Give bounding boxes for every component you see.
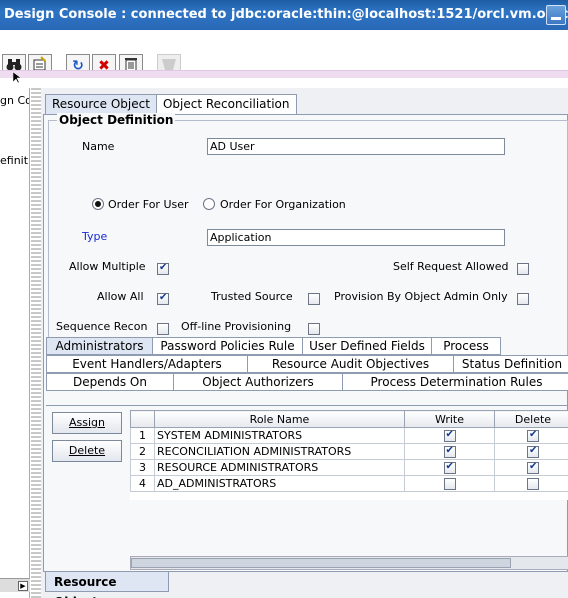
assign-button[interactable]: Assign (52, 412, 122, 434)
order-for-organization-label: Order For Organization (220, 198, 346, 211)
self-request-allowed-checkbox[interactable] (517, 263, 529, 275)
type-input[interactable]: Application (207, 229, 505, 246)
table-row[interactable]: 1 SYSTEM ADMINISTRATORS (130, 427, 568, 444)
sequence-recon-checkbox[interactable] (157, 323, 169, 335)
delete-admin-button[interactable]: Delete (52, 440, 122, 462)
tab-event-handlers[interactable]: Event Handlers/Adapters (46, 355, 248, 373)
provision-by-admin-checkbox[interactable] (517, 293, 529, 305)
window-title: Design Console : connected to jdbc:oracl… (4, 7, 568, 22)
tab-process[interactable]: Process (431, 337, 501, 355)
object-definition-group: Object Definition Name AD User Order For… (48, 113, 568, 360)
table-row[interactable]: 4 AD_ADMINISTRATORS (130, 475, 568, 492)
delete-checkbox[interactable] (527, 461, 539, 474)
write-cell (404, 427, 495, 444)
sequence-recon-label: Sequence Recon (56, 320, 148, 333)
administrators-panel: Assign Delete Role Name Write Delete 1 SY… (46, 405, 568, 579)
name-input[interactable]: AD User (207, 138, 505, 155)
write-checkbox[interactable] (443, 461, 456, 474)
tab-object-authorizers[interactable]: Object Authorizers (173, 373, 343, 391)
self-request-allowed-label: Self Request Allowed (393, 260, 509, 273)
tab-password-policies-rule[interactable]: Password Policies Rule (152, 337, 303, 355)
write-cell (404, 475, 495, 492)
table-row[interactable]: 3 RESOURCE ADMINISTRATORS (130, 459, 568, 476)
role-name-cell[interactable]: SYSTEM ADMINISTRATORS (154, 427, 405, 444)
toolbar-divider (0, 70, 568, 78)
left-navigation-pane: gn Co efiniti (0, 88, 30, 598)
order-for-user-radio[interactable] (92, 198, 104, 210)
window-titlebar: Design Console : connected to jdbc:oracl… (0, 0, 568, 30)
tab-resource-audit-objectives[interactable]: Resource Audit Objectives (247, 355, 454, 373)
role-name-cell[interactable]: AD_ADMINISTRATORS (154, 475, 405, 492)
tab-depends-on[interactable]: Depends On (46, 373, 174, 391)
tab-status-definition[interactable]: Status Definition (453, 355, 568, 373)
write-cell (404, 459, 495, 476)
allow-multiple-checkbox[interactable] (157, 262, 169, 275)
delete-cell (494, 475, 568, 492)
header-delete[interactable]: Delete (494, 410, 568, 428)
row-number: 1 (130, 427, 155, 444)
offline-provisioning-checkbox[interactable] (308, 323, 320, 335)
splitter[interactable] (31, 88, 41, 598)
allow-all-checkbox[interactable] (157, 292, 169, 305)
offline-provisioning-label: Off-line Provisioning (181, 320, 292, 333)
header-role-name[interactable]: Role Name (154, 410, 405, 428)
nav-fragment-1[interactable]: gn Co (0, 94, 29, 107)
write-checkbox[interactable] (443, 429, 456, 442)
scroll-right-icon[interactable]: ▶ (18, 581, 28, 591)
mouse-cursor-icon (12, 71, 22, 84)
delete-cell (494, 443, 568, 460)
main-panel: Resource Object Object Reconciliation Ob… (41, 88, 568, 598)
tab-administrators[interactable]: Administrators (46, 337, 153, 355)
name-label: Name (82, 140, 115, 153)
header-write[interactable]: Write (404, 410, 495, 428)
delete-checkbox[interactable] (527, 445, 539, 458)
tab-resource-object[interactable]: Resource Object (45, 94, 157, 114)
delete-checkbox[interactable] (527, 478, 539, 490)
resource-object-panel: Object Definition Name AD User Order For… (43, 113, 568, 572)
scrollbar-thumb[interactable] (131, 558, 511, 568)
table-row[interactable]: 2 RECONCILIATION ADMINISTRATORS (130, 443, 568, 460)
row-number: 3 (130, 459, 155, 476)
administrators-table: Role Name Write Delete 1 SYSTEM ADMINISTR… (130, 410, 568, 500)
delete-checkbox[interactable] (527, 429, 539, 442)
table-horizontal-scrollbar[interactable] (130, 556, 568, 570)
minimize-button[interactable] (546, 5, 566, 25)
allow-all-label: Allow All (97, 290, 144, 303)
left-pane-scrollbar[interactable]: ▶ (0, 578, 30, 592)
trusted-source-checkbox[interactable] (308, 293, 320, 305)
allow-multiple-label: Allow Multiple (69, 260, 146, 273)
tab-object-reconciliation[interactable]: Object Reconciliation (155, 94, 297, 114)
row-number: 2 (130, 443, 155, 460)
object-definition-title: Object Definition (57, 113, 176, 127)
tab-process-determination-rules[interactable]: Process Determination Rules (342, 373, 568, 391)
trusted-source-label: Trusted Source (211, 290, 293, 303)
role-name-cell[interactable]: RESOURCE ADMINISTRATORS (154, 459, 405, 476)
order-for-user-label: Order For User (108, 198, 189, 211)
delete-cell (494, 459, 568, 476)
toolbar: ↻ ✖ (0, 30, 568, 88)
header-row-num (130, 410, 155, 428)
order-for-organization-radio[interactable] (203, 198, 215, 210)
delete-cell (494, 427, 568, 444)
write-cell (404, 443, 495, 460)
nav-fragment-2[interactable]: efiniti (0, 154, 29, 167)
tab-user-defined-fields[interactable]: User Defined Fields (302, 337, 432, 355)
tab-resource-objects[interactable]: Resource Objects (45, 572, 169, 598)
write-checkbox[interactable] (443, 445, 456, 458)
row-number: 4 (130, 475, 155, 492)
write-checkbox[interactable] (443, 478, 456, 490)
provision-by-admin-label: Provision By Object Admin Only (334, 290, 508, 303)
role-name-cell[interactable]: RECONCILIATION ADMINISTRATORS (154, 443, 405, 460)
type-label[interactable]: Type (82, 230, 107, 243)
top-tabs: Resource Object Object Reconciliation (45, 94, 297, 114)
